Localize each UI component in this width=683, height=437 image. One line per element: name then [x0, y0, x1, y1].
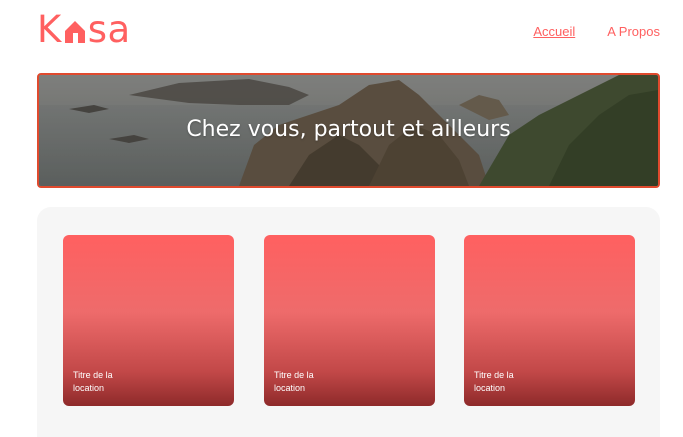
listing-gallery: Titre de la location Titre de la locatio…	[37, 207, 660, 437]
listing-card[interactable]: Titre de la location	[63, 235, 234, 406]
nav-link-a-propos[interactable]: A Propos	[607, 24, 660, 39]
card-title: Titre de la location	[474, 370, 514, 393]
card-title: Titre de la location	[73, 370, 113, 393]
hero-banner: Chez vous, partout et ailleurs	[37, 73, 660, 188]
listing-card[interactable]: Titre de la location	[464, 235, 635, 406]
logo-text-right: sa	[87, 8, 131, 51]
nav-link-accueil[interactable]: Accueil	[533, 24, 575, 39]
logo[interactable]: K sa	[37, 8, 131, 51]
house-icon	[63, 18, 87, 44]
main-nav: Accueil A Propos	[533, 24, 660, 39]
listing-card[interactable]: Titre de la location	[264, 235, 435, 406]
logo-text-left: K	[37, 8, 62, 51]
banner-title: Chez vous, partout et ailleurs	[186, 117, 511, 142]
card-title: Titre de la location	[274, 370, 314, 393]
site-header: K sa Accueil A Propos	[37, 0, 660, 66]
